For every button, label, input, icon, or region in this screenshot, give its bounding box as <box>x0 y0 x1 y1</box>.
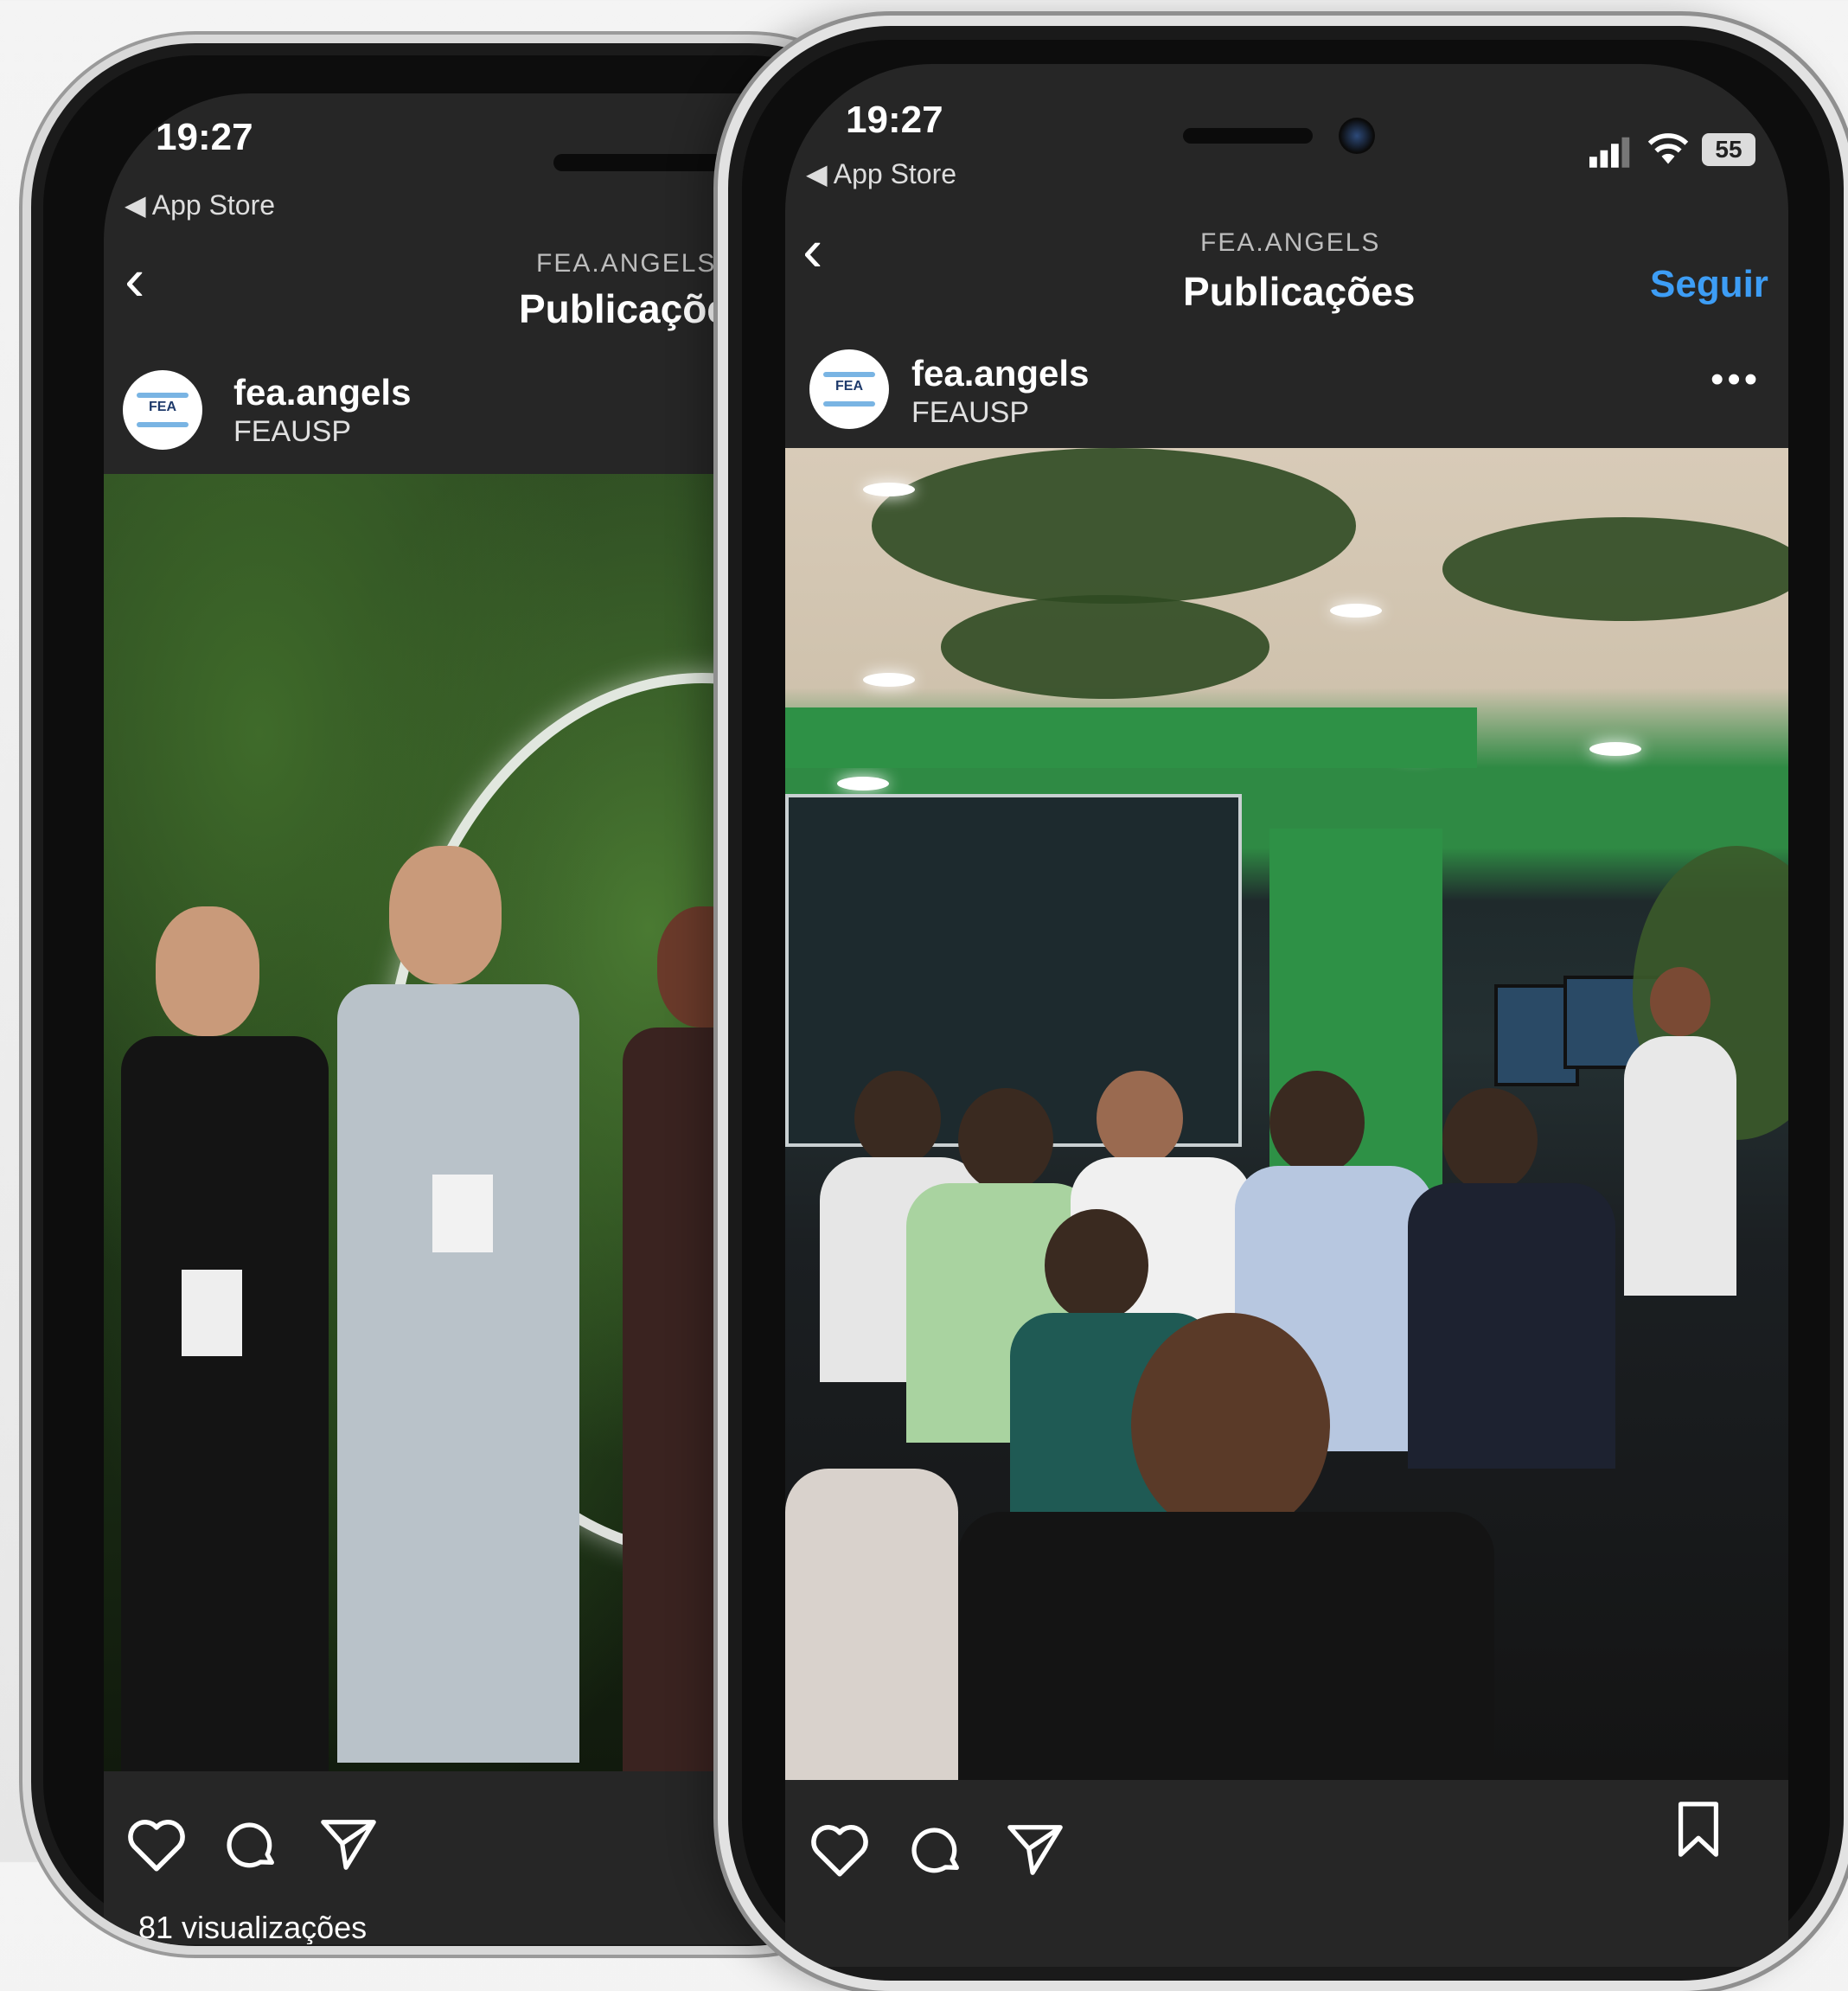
post-photo[interactable] <box>785 448 1788 1780</box>
status-time: 19:27 <box>156 116 253 158</box>
avatar-logo: FEA <box>149 400 176 414</box>
views-count: 81 visualizações <box>138 1910 368 1944</box>
battery-icon: 55 <box>1702 133 1755 166</box>
back-chevron-icon[interactable]: ‹ <box>125 249 144 310</box>
front-phone: 19:27 ◀ App Store 55 ‹ FEA.ANGELS Public… <box>718 16 1848 1991</box>
status-time: 19:27 <box>846 99 943 141</box>
front-camera <box>1339 118 1375 154</box>
post-actions <box>808 1802 1759 1906</box>
avatar-logo-stripe <box>137 393 189 398</box>
share-icon[interactable] <box>1005 1820 1065 1880</box>
status-back-app[interactable]: ◀ App Store <box>806 157 956 190</box>
nav-overline: FEA.ANGELS <box>536 249 717 278</box>
heart-icon[interactable] <box>808 1820 872 1880</box>
front-phone-screen: 19:27 ◀ App Store 55 ‹ FEA.ANGELS Public… <box>785 64 1788 1967</box>
follow-button[interactable]: Seguir <box>1650 263 1768 306</box>
avatar-logo-stripe <box>823 372 875 377</box>
nav-title: Publicações <box>519 286 751 331</box>
avatar[interactable]: FEA <box>809 349 889 429</box>
avatar-logo-stripe <box>137 422 189 427</box>
post-location[interactable]: FEAUSP <box>911 396 1029 430</box>
comment-icon[interactable] <box>221 1815 282 1875</box>
nav-title: Publicações <box>1183 269 1416 314</box>
avatar-logo: FEA <box>835 379 863 394</box>
share-icon[interactable] <box>318 1815 379 1875</box>
avatar[interactable]: FEA <box>123 370 202 450</box>
post-username[interactable]: fea.angels <box>233 372 411 413</box>
more-icon[interactable]: ••• <box>1711 358 1761 401</box>
avatar-logo-stripe <box>823 401 875 407</box>
bookmark-icon[interactable] <box>1672 1799 1724 1860</box>
heart-icon[interactable] <box>125 1815 189 1875</box>
post-actions <box>125 1815 470 1892</box>
green-wall <box>785 707 1477 768</box>
status-back-app[interactable]: ◀ App Store <box>125 189 275 221</box>
speaker-grille <box>1183 128 1313 144</box>
post-location[interactable]: FEAUSP <box>233 415 351 449</box>
nav-overline: FEA.ANGELS <box>1200 228 1381 257</box>
comment-icon[interactable] <box>906 1820 967 1880</box>
wifi-icon <box>1647 133 1689 164</box>
back-chevron-icon[interactable]: ‹ <box>803 220 822 280</box>
post-username[interactable]: fea.angels <box>911 353 1089 394</box>
speaker-grille <box>553 154 726 171</box>
signal-icon <box>1589 137 1630 168</box>
